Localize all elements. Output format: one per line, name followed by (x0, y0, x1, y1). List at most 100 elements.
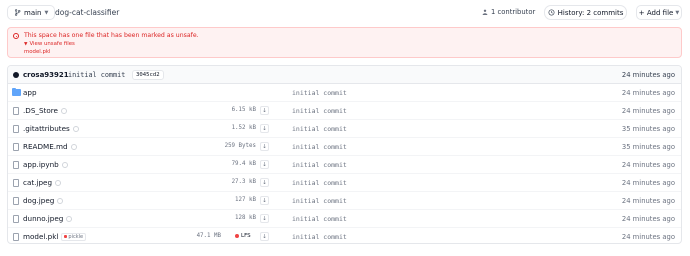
history-icon (548, 9, 555, 16)
row-commit-message[interactable]: initial commit (292, 89, 347, 97)
file-name-text: .DS_Store (23, 106, 58, 115)
lfs-badge: LFS (235, 233, 251, 239)
row-time: 24 minutes ago (621, 197, 675, 205)
row-time: 24 minutes ago (621, 107, 675, 115)
file-name[interactable]: .gitattributes (23, 124, 79, 133)
folder-icon (12, 87, 21, 96)
row-commit-message[interactable]: initial commit (292, 161, 347, 169)
file-name-text: app (23, 88, 37, 97)
file-name-text: cat.jpeg (23, 178, 53, 187)
file-size: 79.4 kB (231, 161, 256, 167)
contributors-link[interactable]: 1 contributor (482, 8, 535, 16)
file-row-model-pkl[interactable]: model.pkl pickle 47.1 MB LFS ↓ initial c… (8, 228, 681, 243)
file-row-readme[interactable]: README.md 259 Bytes ↓ initial commit 35 … (8, 138, 681, 156)
file-size: 128 kB (235, 215, 256, 221)
file-size: 6.15 kB (231, 107, 256, 113)
file-row-gitattributes[interactable]: .gitattributes 1.52 kB ↓ initial commit … (8, 120, 681, 138)
branch-selector-button[interactable]: main ▼ (7, 5, 56, 20)
security-scan-icon (57, 197, 64, 204)
row-commit-message[interactable]: initial commit (292, 215, 347, 223)
file-name-text: .gitattributes (23, 124, 70, 133)
file-row-cat-jpeg[interactable]: cat.jpeg 27.3 kB ↓ initial commit 24 min… (8, 174, 681, 192)
row-commit-message[interactable]: initial commit (292, 197, 347, 205)
branch-icon (14, 9, 21, 16)
file-name[interactable]: dunno.jpeg (23, 214, 73, 223)
chevron-down-icon: ▼ (44, 9, 49, 16)
file-icon (13, 215, 19, 223)
download-icon[interactable]: ↓ (260, 124, 269, 133)
row-time: 35 minutes ago (621, 143, 675, 151)
download-icon[interactable]: ↓ (260, 160, 269, 169)
row-time: 35 minutes ago (621, 125, 675, 133)
lfs-label: LFS (241, 233, 251, 239)
contributors-label: 1 contributor (491, 8, 536, 16)
file-name[interactable]: model.pkl pickle (23, 232, 87, 241)
commit-hash-badge[interactable]: 3045cd2 (132, 70, 164, 80)
download-icon[interactable]: ↓ (260, 196, 269, 205)
row-commit-message[interactable]: initial commit (292, 179, 347, 187)
security-scan-icon (66, 215, 73, 222)
row-commit-message[interactable]: initial commit (292, 107, 347, 115)
security-scan-icon (72, 125, 79, 132)
add-file-button[interactable]: + Add file ▼ (636, 5, 682, 20)
file-row-dog-jpeg[interactable]: dog.jpeg 127 kB ↓ initial commit 24 minu… (8, 192, 681, 210)
file-icon (13, 107, 19, 115)
download-icon[interactable]: ↓ (260, 178, 269, 187)
view-unsafe-files-toggle[interactable]: ▼ View unsafe files (24, 41, 75, 47)
file-size: 259 Bytes (224, 143, 256, 149)
download-icon[interactable]: ↓ (260, 106, 269, 115)
security-scan-icon (61, 161, 68, 168)
file-name[interactable]: dog.jpeg (23, 196, 64, 205)
unsafe-message: This space has one file that has been ma… (24, 32, 199, 39)
row-commit-message[interactable]: initial commit (292, 233, 347, 241)
file-icon (13, 125, 19, 133)
pickle-warning-icon (64, 235, 68, 238)
file-icon (13, 179, 19, 187)
file-size: 127 kB (235, 197, 256, 203)
file-name[interactable]: app.ipynb (23, 160, 68, 169)
file-name[interactable]: app (23, 88, 37, 97)
avatar (13, 72, 19, 78)
security-scan-icon (70, 143, 77, 150)
file-table: crosa93921 initial commit 3045cd2 24 min… (7, 65, 682, 244)
file-row-app[interactable]: app initial commit 24 minutes ago (8, 84, 681, 102)
commit-time: 24 minutes ago (621, 71, 675, 79)
unsafe-file-link[interactable]: model.pkl (24, 49, 51, 55)
file-icon (13, 233, 19, 241)
repo-name: dog-cat-classifier (55, 8, 120, 17)
row-time: 24 minutes ago (621, 161, 675, 169)
row-commit-message[interactable]: initial commit (292, 143, 347, 151)
row-time: 24 minutes ago (621, 179, 675, 187)
file-name[interactable]: cat.jpeg (23, 178, 62, 187)
file-row-app-ipynb[interactable]: app.ipynb 79.4 kB ↓ initial commit 24 mi… (8, 156, 681, 174)
add-file-label: + Add file (638, 8, 674, 17)
history-button[interactable]: History: 2 commits (544, 5, 627, 20)
branch-name: main (24, 8, 42, 17)
pickle-badge-label: pickle (68, 233, 84, 240)
pickle-badge[interactable]: pickle (61, 232, 87, 241)
file-size: 27.3 kB (231, 179, 256, 185)
download-icon[interactable]: ↓ (260, 232, 269, 241)
file-size: 47.1 MB (196, 233, 221, 239)
file-row-dunno-jpeg[interactable]: dunno.jpeg 128 kB ↓ initial commit 24 mi… (8, 210, 681, 228)
file-name[interactable]: .DS_Store (23, 106, 67, 115)
row-commit-message[interactable]: initial commit (292, 125, 347, 133)
file-row-ds-store[interactable]: .DS_Store 6.15 kB ↓ initial commit 24 mi… (8, 102, 681, 120)
download-icon[interactable]: ↓ (260, 214, 269, 223)
triangle-down-icon: ▼ (24, 41, 28, 47)
file-icon (13, 143, 19, 151)
file-name-text: dunno.jpeg (23, 214, 64, 223)
row-time: 24 minutes ago (621, 215, 675, 223)
warning-icon (13, 33, 19, 39)
repo-toolbar: main ▼ dog-cat-classifier 1 contributor … (0, 0, 690, 26)
commit-author[interactable]: crosa93921 (23, 71, 69, 79)
row-time: 24 minutes ago (621, 233, 675, 241)
file-name-text: app.ipynb (23, 160, 59, 169)
file-name-text: dog.jpeg (23, 196, 55, 205)
unsafe-files-banner: This space has one file that has been ma… (7, 27, 682, 58)
file-name[interactable]: README.md (23, 142, 77, 151)
file-name-text: README.md (23, 142, 68, 151)
user-icon (482, 9, 488, 15)
download-icon[interactable]: ↓ (260, 142, 269, 151)
commit-message[interactable]: initial commit (68, 71, 125, 79)
